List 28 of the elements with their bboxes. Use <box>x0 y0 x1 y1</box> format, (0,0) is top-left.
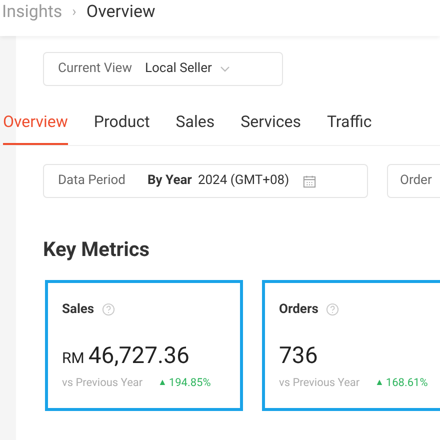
breadcrumb-current: Overview <box>86 1 156 24</box>
data-period-selector[interactable]: Data Period By Year 2024 (GMT+08) <box>43 164 368 198</box>
tab[interactable]: Product <box>94 102 150 145</box>
chevron-icon: › <box>72 2 76 23</box>
triangle-up-icon: ▲ <box>158 376 167 390</box>
tab[interactable]: Sales <box>176 102 215 145</box>
section-title: Key Metrics <box>42 236 151 263</box>
chevron-down-icon <box>220 66 230 72</box>
help-icon <box>326 303 340 316</box>
order-selector[interactable]: Order <box>387 164 440 198</box>
metric-name: Sales <box>62 301 94 319</box>
metric-card[interactable]: Sales RM 46,727.36 vs Previous Year ▲ 194.85% <box>45 280 243 411</box>
change-value: 168.61% <box>386 376 428 390</box>
metric-name: Orders <box>279 301 318 319</box>
view-selector[interactable]: Current View Local Seller <box>43 52 283 86</box>
comparison-label: vs Previous Year <box>279 376 361 390</box>
currency-label: RM <box>62 348 84 368</box>
tab[interactable]: Overview <box>3 102 68 145</box>
comparison-label: vs Previous Year <box>62 376 144 390</box>
triangle-up-icon: ▲ <box>375 376 384 390</box>
tab[interactable]: Services <box>240 102 301 145</box>
help-icon <box>102 303 116 316</box>
tab[interactable]: Traffic <box>326 102 372 145</box>
calendar-icon <box>303 174 316 188</box>
metric-card[interactable]: Orders 736 vs Previous Year ▲ 168.61% <box>262 280 440 411</box>
metric-value: 736 <box>279 342 318 370</box>
metric-value: 46,727.36 <box>88 342 190 370</box>
change-value: 194.85% <box>168 376 211 390</box>
